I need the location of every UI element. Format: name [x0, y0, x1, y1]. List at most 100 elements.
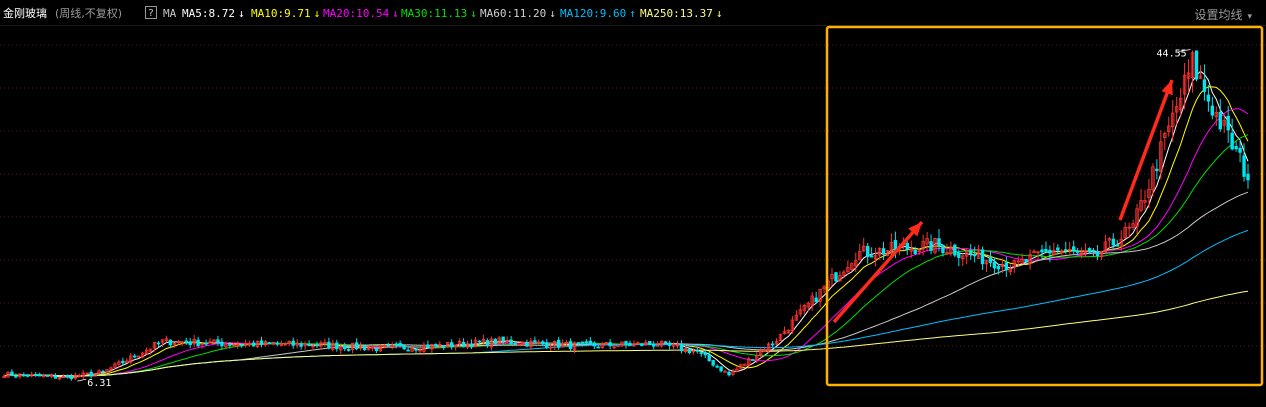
- candle-body: [711, 360, 715, 366]
- candle-body: [703, 352, 707, 356]
- candle-body: [121, 360, 125, 364]
- candle-body: [972, 254, 977, 257]
- candle-body: [485, 340, 490, 347]
- candle-body: [10, 371, 14, 377]
- candle-body: [362, 345, 367, 351]
- candle-body: [869, 255, 874, 258]
- candle-body: [1194, 50, 1199, 80]
- candle-body: [251, 342, 256, 347]
- candle-body: [156, 342, 161, 345]
- candle-body: [220, 341, 224, 347]
- candle-body: [1004, 262, 1009, 271]
- candle-body: [770, 343, 775, 346]
- candle-body: [188, 341, 192, 345]
- candle-body: [53, 375, 58, 379]
- candle-body: [65, 375, 70, 378]
- ma60-line: [3, 191, 1249, 378]
- candle-body: [640, 343, 644, 346]
- candle-body: [584, 341, 589, 344]
- candle-body: [988, 257, 993, 263]
- low-price-label: 6.31: [87, 378, 111, 389]
- candle-body: [937, 238, 941, 247]
- candle-body: [679, 343, 684, 352]
- candle-body: [477, 340, 482, 343]
- candle-body: [992, 261, 997, 269]
- candle-body: [1218, 111, 1222, 130]
- candle-body: [1064, 249, 1068, 252]
- grid-lines: [0, 44, 1266, 347]
- candle-body: [469, 343, 474, 348]
- candle-body: [398, 343, 402, 347]
- candle-body: [259, 340, 264, 345]
- candle-body: [580, 341, 585, 344]
- candle-body: [727, 371, 731, 376]
- candle-body: [953, 244, 957, 256]
- candle-body: [45, 375, 50, 377]
- candle-body: [929, 241, 933, 251]
- candle-body: [751, 359, 755, 361]
- candle-body: [834, 272, 838, 282]
- candle-body: [374, 347, 379, 351]
- candle-body: [652, 343, 656, 347]
- candle-body: [1056, 247, 1060, 251]
- ma250-line: [3, 290, 1249, 378]
- candle-body: [315, 344, 319, 347]
- candle-body: [1095, 250, 1100, 257]
- candle-body: [69, 375, 74, 380]
- candle-body: [216, 339, 220, 344]
- candle-body: [240, 344, 244, 347]
- candle-body: [426, 344, 430, 349]
- candle-body: [1111, 238, 1115, 246]
- candle-body: [881, 248, 886, 255]
- candle-body: [865, 246, 870, 258]
- candle-body: [26, 374, 30, 377]
- candle-body: [501, 336, 505, 342]
- candle-body: [1024, 259, 1028, 263]
- candle-body: [596, 346, 600, 349]
- candle-body: [1040, 249, 1044, 253]
- candle-body: [513, 342, 517, 345]
- candle-body: [1246, 173, 1250, 181]
- candle-body: [576, 342, 581, 344]
- candle-body: [509, 339, 513, 345]
- candle-body: [1206, 94, 1211, 102]
- candle-body: [1155, 168, 1159, 172]
- candle-body: [663, 341, 668, 344]
- candle-body: [406, 349, 410, 352]
- candle-body: [905, 243, 909, 250]
- candle-body: [335, 342, 339, 350]
- candle-body: [327, 341, 331, 349]
- candle-body: [695, 349, 700, 352]
- arrow-head: [1161, 80, 1173, 96]
- candle-body: [1242, 155, 1246, 177]
- ma10-line: [3, 86, 1249, 378]
- candle-body: [291, 340, 295, 346]
- candle-body: [996, 265, 1001, 270]
- candle-body: [968, 250, 973, 255]
- candle-body: [1234, 146, 1238, 150]
- candle-body: [525, 342, 529, 347]
- candle-body: [196, 339, 200, 347]
- candle-body: [541, 341, 545, 345]
- candle-body: [913, 249, 917, 254]
- candle-body: [957, 252, 961, 258]
- candle-body: [184, 340, 188, 344]
- candle-body: [1230, 132, 1234, 150]
- annotations: 44.55 6.31: [77, 25, 1264, 389]
- candle-body: [556, 339, 561, 348]
- candle-body: [14, 375, 18, 378]
- candlesticks: [2, 50, 1250, 381]
- candle-body: [941, 244, 945, 254]
- candle-body: [386, 344, 390, 347]
- candle-body: [1115, 244, 1119, 247]
- candle-body: [1238, 147, 1242, 153]
- candle-body: [624, 341, 628, 345]
- candle-body: [533, 340, 537, 343]
- red-arrow-1-icon: [832, 220, 924, 324]
- candle-body: [33, 374, 38, 376]
- candle-body: [275, 342, 280, 345]
- candle-body: [1071, 246, 1076, 252]
- candle-body: [719, 366, 723, 372]
- candle-body: [1210, 105, 1215, 116]
- candle-body: [442, 345, 446, 348]
